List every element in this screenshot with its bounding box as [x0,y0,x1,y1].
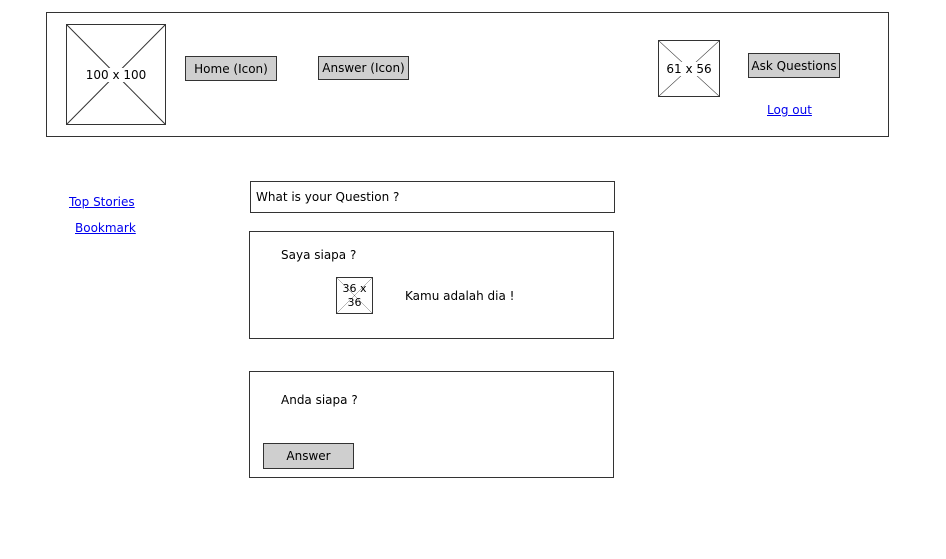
answer-button[interactable]: Answer [263,443,354,469]
avatar-image-placeholder[interactable]: 61 x 56 [658,40,720,97]
question-input[interactable]: What is your Question ? [250,181,615,213]
question-input-placeholder: What is your Question ? [256,190,400,204]
logout-link[interactable]: Log out [767,103,812,117]
logo-placeholder-label: 100 x 100 [84,67,148,82]
logo-image-placeholder: 100 x 100 [66,24,166,125]
question-text: Anda siapa ? [281,393,358,407]
avatar-placeholder-label: 61 x 56 [665,61,713,76]
answer-nav-button[interactable]: Answer (Icon) [318,56,409,80]
question-text: Saya siapa ? [281,248,357,262]
answer-text: Kamu adalah dia ! [405,289,515,303]
home-button[interactable]: Home (Icon) [185,56,277,81]
question-card: Anda siapa ? Answer [249,371,614,478]
thumbnail-placeholder-label: 36 x 36 [342,281,367,309]
answer-thumbnail-placeholder: 36 x 36 [336,277,373,314]
ask-questions-button[interactable]: Ask Questions [748,53,840,78]
sidebar-item-top-stories[interactable]: Top Stories [69,195,135,209]
sidebar-item-bookmark[interactable]: Bookmark [75,221,136,235]
question-card: Saya siapa ? 36 x 36 Kamu adalah dia ! [249,231,614,339]
